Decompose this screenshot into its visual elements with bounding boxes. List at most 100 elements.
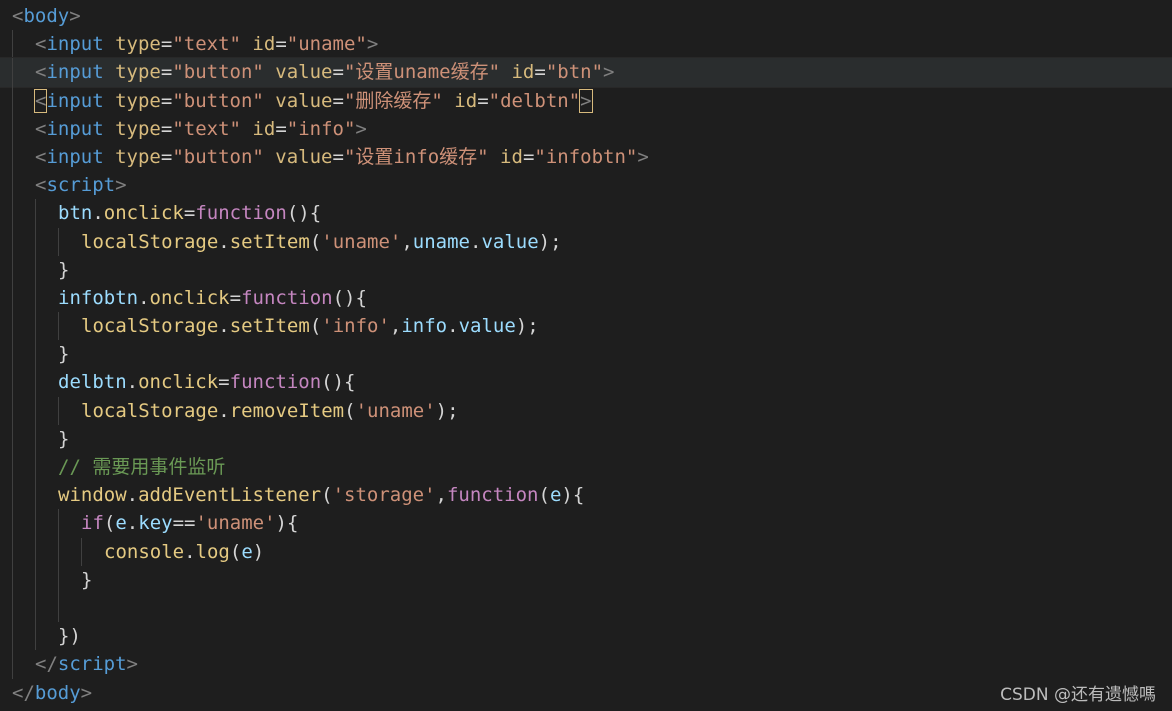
- watermark: CSDN @还有遗憾嗎: [1000, 685, 1156, 705]
- code-token: script: [46, 174, 116, 197]
- code-token: onclick: [149, 286, 230, 309]
- code-token: type: [115, 33, 161, 56]
- code-line[interactable]: localStorage.removeItem('uname');: [0, 396, 1172, 425]
- code-line[interactable]: btn.onclick=function(){: [0, 199, 1172, 228]
- code-token: input: [46, 33, 104, 56]
- indent-guide: [35, 509, 36, 538]
- code-token: 'storage': [332, 484, 436, 507]
- code-token: .: [470, 230, 482, 253]
- code-token: (: [321, 484, 333, 507]
- indent-guide: [35, 396, 36, 425]
- code-token: removeItem: [229, 399, 345, 422]
- indent-guide: [35, 424, 36, 453]
- indent-guide: [35, 622, 36, 651]
- indent-guide: [12, 227, 13, 256]
- code-token: =: [160, 145, 173, 168]
- code-token: onclick: [103, 202, 184, 225]
- code-line-content: localStorage.setItem('info',info.value);: [12, 315, 539, 337]
- code-token: "uname": [286, 33, 367, 56]
- code-line-content: }: [12, 259, 69, 281]
- code-token: input: [46, 89, 104, 112]
- code-token: >: [579, 88, 593, 113]
- code-line[interactable]: }: [0, 340, 1172, 369]
- code-token: value: [275, 61, 333, 84]
- code-token: }: [58, 343, 70, 366]
- code-token: "info": [286, 117, 356, 140]
- code-token: <: [35, 33, 47, 56]
- code-line-content: <input type="button" value="设置uname缓存" i…: [12, 61, 614, 83]
- code-line[interactable]: if(e.key=='uname'){: [0, 509, 1172, 538]
- code-line[interactable]: </body>: [0, 679, 1172, 707]
- code-token: <: [35, 117, 47, 140]
- code-token: .: [447, 315, 459, 338]
- code-token: (){: [321, 371, 356, 394]
- code-lines[interactable]: <body> <input type="text" id="uname"> <inp…: [0, 2, 1172, 707]
- code-token: id: [454, 89, 478, 112]
- indent-guide: [12, 142, 13, 172]
- indent-guide: [35, 565, 36, 594]
- code-token: =: [534, 61, 546, 84]
- code-token: value: [275, 89, 333, 112]
- code-line[interactable]: }): [0, 622, 1172, 651]
- code-token: 'uname': [321, 230, 402, 253]
- code-line[interactable]: console.log(e): [0, 537, 1172, 566]
- code-token: // 需要用事件监听: [58, 456, 226, 478]
- code-line[interactable]: }: [0, 424, 1172, 453]
- code-token: addEventListener: [138, 484, 322, 507]
- code-line[interactable]: <input type="button" value="设置info缓存" id…: [0, 142, 1172, 172]
- indent-guide: [35, 227, 36, 256]
- code-token: }: [58, 427, 70, 450]
- code-line[interactable]: infobtn.onclick=function(){: [0, 283, 1172, 313]
- code-line[interactable]: localStorage.setItem('uname',uname.value…: [0, 227, 1172, 256]
- code-token: 'uname': [355, 399, 436, 422]
- indent-guide: [12, 593, 13, 623]
- code-line[interactable]: }: [0, 565, 1172, 594]
- code-token: e: [115, 512, 127, 535]
- code-token: id: [252, 33, 276, 56]
- code-line[interactable]: <input type="button" value="设置uname缓存" i…: [0, 57, 1172, 88]
- indent-guide: [12, 58, 13, 87]
- indent-guide: [35, 481, 36, 510]
- code-token: ,: [389, 315, 402, 338]
- code-token: =: [332, 89, 344, 112]
- code-token: >: [603, 61, 615, 84]
- code-line[interactable]: [0, 593, 1172, 623]
- code-token: =: [160, 61, 173, 84]
- code-line[interactable]: <input type="text" id="info">: [0, 114, 1172, 143]
- code-line[interactable]: <input type="text" id="uname">: [0, 30, 1172, 59]
- indent-guide: [12, 537, 13, 566]
- code-line[interactable]: window.addEventListener('storage',functi…: [0, 481, 1172, 510]
- indent-guide: [35, 283, 36, 313]
- code-token: value: [481, 230, 539, 253]
- code-token: "infobtn": [534, 145, 638, 168]
- code-token: function: [229, 371, 322, 394]
- indent-guide: [12, 255, 13, 284]
- code-token: type: [115, 61, 161, 84]
- code-line[interactable]: localStorage.setItem('info',info.value);: [0, 312, 1172, 341]
- code-token: =: [160, 117, 173, 140]
- code-token: ){: [275, 512, 299, 535]
- code-line[interactable]: </script>: [0, 650, 1172, 679]
- code-line[interactable]: }: [0, 255, 1172, 284]
- code-token: .: [126, 484, 139, 507]
- code-line[interactable]: <body>: [0, 2, 1172, 30]
- code-editor[interactable]: <body> <input type="text" id="uname"> <inp…: [0, 0, 1172, 711]
- code-token: .: [218, 399, 230, 422]
- code-token: >: [115, 174, 127, 197]
- code-token: input: [46, 117, 104, 140]
- code-token: ){: [561, 484, 585, 507]
- code-token: btn: [58, 202, 93, 225]
- code-line[interactable]: <script>: [0, 171, 1172, 200]
- code-token: }): [58, 625, 81, 648]
- code-line-content: localStorage.setItem('uname',uname.value…: [12, 231, 562, 253]
- code-token: delbtn: [58, 371, 127, 394]
- code-token: 'info': [321, 315, 390, 338]
- code-line[interactable]: delbtn.onclick=function(){: [0, 368, 1172, 397]
- code-line[interactable]: <input type="button" value="删除缓存" id="de…: [0, 86, 1172, 115]
- code-line[interactable]: // 需要用事件监听: [0, 453, 1172, 482]
- code-token: type: [115, 145, 161, 168]
